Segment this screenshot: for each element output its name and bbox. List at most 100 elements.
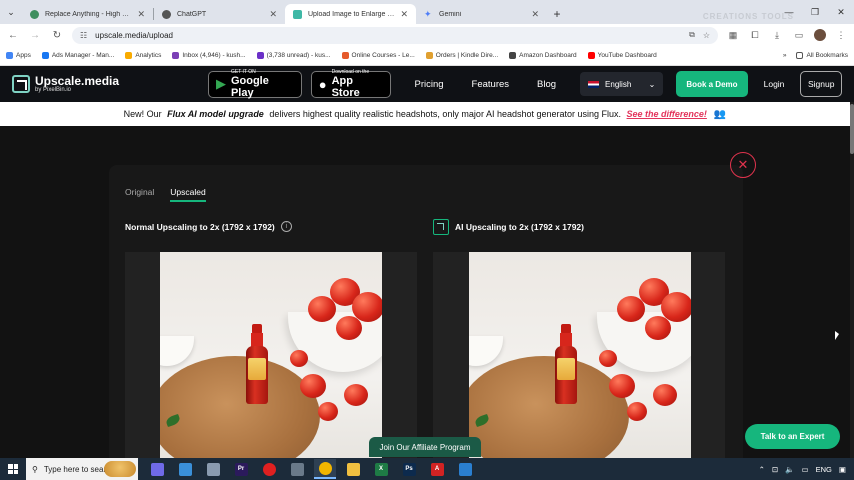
notifications-icon[interactable]: ▣ (839, 465, 846, 474)
bookmark-item[interactable]: YouTube Dashboard (587, 52, 657, 59)
bookmark-favicon-icon (172, 52, 180, 59)
bookmark-item[interactable]: Amazon Dashboard (509, 52, 577, 59)
talk-to-expert-button[interactable]: Talk to an Expert (745, 424, 840, 449)
paint-icon (458, 462, 472, 476)
browser-menu-icon[interactable]: ⋮ (834, 30, 848, 41)
site-logo[interactable]: Upscale.media by PixelBin.io (12, 75, 208, 93)
close-result-icon[interactable]: ✕ (730, 152, 756, 178)
reload-icon[interactable]: ↻ (50, 30, 64, 41)
start-button[interactable] (0, 464, 26, 474)
taskbar-app-copilot[interactable] (146, 459, 168, 479)
taskbar-app-files[interactable] (174, 459, 196, 479)
volume-icon[interactable]: 🔈 (785, 465, 794, 474)
tomato (599, 350, 617, 367)
bookmark-label: Inbox (4,946) - kush... (182, 52, 246, 59)
tab-original[interactable]: Original (125, 187, 154, 202)
site-info-icon[interactable]: ☷ (80, 31, 87, 40)
see-difference-link[interactable]: See the difference! (627, 109, 707, 119)
bookmark-label: Amazon Dashboard (519, 52, 577, 59)
site-header: Upscale.media by PixelBin.io ▶ GET IT ON… (0, 66, 854, 102)
tab-close-icon[interactable]: ✕ (400, 9, 408, 20)
new-tab-plus-icon[interactable]: + (547, 4, 567, 24)
browser-tab-upscale[interactable]: Upload Image to Enlarge & En ✕ (285, 4, 416, 24)
language-select[interactable]: English ⌄ (580, 72, 664, 96)
chrome-icon (318, 461, 332, 475)
bookmark-item[interactable]: Analytics (125, 52, 161, 59)
tab-upscaled[interactable]: Upscaled (170, 187, 206, 202)
normal-title-text: Normal Upscaling to 2x (1792 x 1792) (125, 221, 275, 232)
bookmark-item[interactable]: Ads Manager - Man... (41, 52, 114, 59)
upscale-logo-icon (12, 75, 30, 93)
google-play-button[interactable]: ▶ GET IT ON Google Play (207, 69, 302, 99)
affiliate-program-button[interactable]: Join Our Affiliate Program (369, 437, 481, 457)
book-demo-button[interactable]: Book a Demo (676, 71, 748, 97)
browser-tab-chatgpt[interactable]: ChatGPT ✕ (154, 4, 285, 24)
info-icon[interactable]: i (280, 221, 292, 232)
network-icon[interactable]: ⊡ (772, 465, 778, 474)
bookmark-label: Apps (16, 52, 31, 59)
taskbar-app-settings[interactable] (202, 459, 224, 479)
battery-icon[interactable]: ▭ (802, 465, 809, 474)
bookmark-item[interactable]: Inbox (4,946) - kush... (172, 52, 246, 59)
window-controls: — ❐ ✕ (776, 0, 854, 24)
google-play-big: Google Play (230, 75, 269, 99)
all-bookmarks[interactable]: All Bookmarks (796, 52, 848, 59)
bookmark-item[interactable]: Online Courses - Le... (341, 52, 415, 59)
bookmarks-bar: Apps Ads Manager - Man... Analytics Inbox (… (0, 46, 854, 66)
bookmark-item[interactable]: Apps (6, 52, 31, 59)
tab-close-icon[interactable]: ✕ (137, 9, 145, 20)
bookmark-label: Analytics (135, 52, 162, 59)
tray-chevron-icon[interactable]: ⌃ (759, 465, 765, 474)
extension-icon[interactable]: ▦ (726, 30, 740, 41)
tab-close-icon[interactable]: ✕ (531, 9, 539, 20)
browser-tab-gemini[interactable]: ✦ Gemini ✕ (416, 4, 547, 24)
signup-button[interactable]: Signup (800, 71, 843, 97)
url-text[interactable]: upscale.media/upload (95, 31, 681, 40)
bookmark-favicon-icon (509, 52, 517, 59)
tab-title: Gemini (439, 10, 462, 18)
tab-search-icon[interactable]: ⌄ (0, 0, 22, 24)
back-arrow-icon[interactable]: ← (6, 30, 20, 41)
taskbar-app-explorer[interactable] (342, 459, 364, 479)
download-icon[interactable]: ⤓ (770, 30, 784, 41)
taskbar-app-photos[interactable] (286, 459, 308, 479)
tomato (609, 374, 635, 398)
url-field[interactable]: ☷ upscale.media/upload ⧉ ☆ (72, 26, 718, 44)
taskbar-app-premiere[interactable]: Pr (230, 459, 252, 479)
taskbar-app-paint[interactable] (454, 459, 476, 479)
taskbar-app-chrome[interactable] (314, 459, 336, 479)
bookmark-item[interactable]: Orders | Kindle Dire... (425, 52, 498, 59)
taskbar-app-record[interactable] (258, 459, 280, 479)
mouse-cursor (835, 331, 839, 340)
app-store-button[interactable]: ● Download on the App Store (310, 69, 392, 99)
window-close-icon[interactable]: ✕ (828, 0, 854, 24)
nav-features[interactable]: Features (472, 79, 510, 90)
tomato (627, 402, 647, 421)
taskbar-search[interactable]: ⚲ Type here to search (26, 458, 138, 480)
browser-tab-replace-anything[interactable]: Replace Anything - High Quali ✕ (22, 4, 153, 24)
nav-pricing[interactable]: Pricing (414, 79, 443, 90)
page-scrollbar[interactable] (850, 102, 854, 458)
taskbar-app-excel[interactable]: X (370, 459, 392, 479)
tab-groups-icon[interactable]: ▭ (792, 30, 806, 41)
bookmarks-overflow-icon[interactable]: » (783, 52, 787, 59)
restore-icon[interactable]: ❐ (802, 0, 828, 24)
minimize-icon[interactable]: — (776, 0, 802, 24)
forward-arrow-icon[interactable]: → (28, 30, 42, 41)
extensions-puzzle-icon[interactable]: ⧠ (748, 30, 762, 41)
login-link[interactable]: Login (764, 79, 785, 89)
tab-favicon-icon: ✦ (424, 8, 432, 19)
taskbar-app-photoshop[interactable]: Ps (398, 459, 420, 479)
profile-avatar[interactable] (814, 29, 826, 41)
bookmark-star-icon[interactable]: ☆ (703, 31, 710, 40)
result-tabs: Original Upscaled (125, 187, 206, 202)
tab-close-icon[interactable]: ✕ (269, 9, 277, 20)
install-app-icon[interactable]: ⧉ (689, 30, 695, 40)
announce-prefix: New! Our (123, 109, 165, 119)
language-indicator[interactable]: ENG (816, 465, 832, 474)
bottle-neck (251, 333, 263, 347)
taskbar-app-acrobat[interactable]: A (426, 459, 448, 479)
nav-blog[interactable]: Blog (537, 79, 556, 90)
scrollbar-thumb[interactable] (850, 104, 854, 154)
bookmark-item[interactable]: (3,738 unread) - kus... (256, 52, 331, 59)
